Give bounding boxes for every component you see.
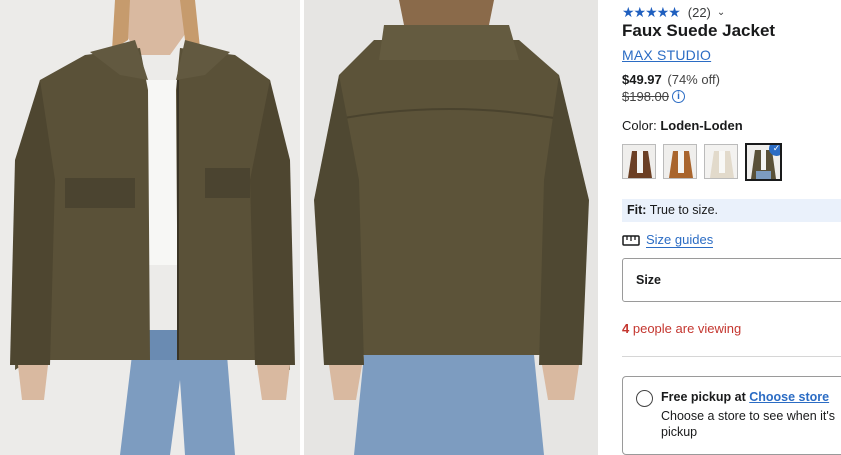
color-swatches: ✓ [622,143,782,181]
review-count: (22) [687,5,711,20]
size-select[interactable]: Size [622,258,841,302]
viewers-count: 4 [622,321,630,336]
swatch-brown[interactable] [622,144,656,179]
divider [622,356,841,357]
discount-percent: (74% off) [667,72,720,87]
product-image-back[interactable] [304,0,598,455]
chevron-down-icon: ⌄ [716,7,726,18]
viewers-notice: 4 people are viewing [622,321,741,336]
sale-price-line: $49.97 (74% off) [622,72,720,87]
color-label-text: Color: [622,118,657,133]
original-price-line: $198.00 i [622,89,685,104]
pickup-option[interactable]: Free pickup at Choose store Choose a sto… [622,376,841,455]
product-title: Faux Suede Jacket [622,21,776,40]
product-info-panel: ★★★★★ (22) ⌄ Faux Suede Jacket MAX STUDI… [622,0,841,455]
pickup-title-text: Free pickup at [661,390,746,404]
fit-label: Fit: [627,203,647,217]
choose-store-link[interactable]: Choose store [749,390,829,404]
info-icon[interactable]: i [672,90,685,103]
swatch-cream[interactable] [704,144,738,179]
sale-price: $49.97 [622,72,662,87]
fit-value: True to size. [649,203,718,217]
ruler-icon [622,235,640,246]
size-guides-link[interactable]: Size guides [622,232,714,248]
rating-summary[interactable]: ★★★★★ (22) ⌄ [622,4,725,21]
pickup-title: Free pickup at Choose store [661,390,829,404]
star-icon: ★★★★★ [622,4,681,20]
swatch-loden-selected[interactable]: ✓ [745,143,782,181]
check-icon: ✓ [769,145,780,156]
back-view-photo [304,0,598,455]
size-guides-label: Size guides [646,232,714,248]
product-image-front[interactable] [0,0,300,455]
color-value: Loden-Loden [660,118,743,133]
fit-banner: Fit: True to size. [622,199,841,222]
brand-link[interactable]: MAX STUDIO [622,47,711,63]
original-price: $198.00 [622,89,669,104]
color-label: Color: Loden-Loden [622,118,743,133]
front-view-photo [0,0,300,455]
pickup-description: Choose a store to see when it's pickup [661,409,836,439]
viewers-text: people are viewing [632,321,742,336]
pickup-radio[interactable] [636,390,653,407]
swatch-cognac[interactable] [663,144,697,179]
size-select-label: Size [636,273,662,287]
